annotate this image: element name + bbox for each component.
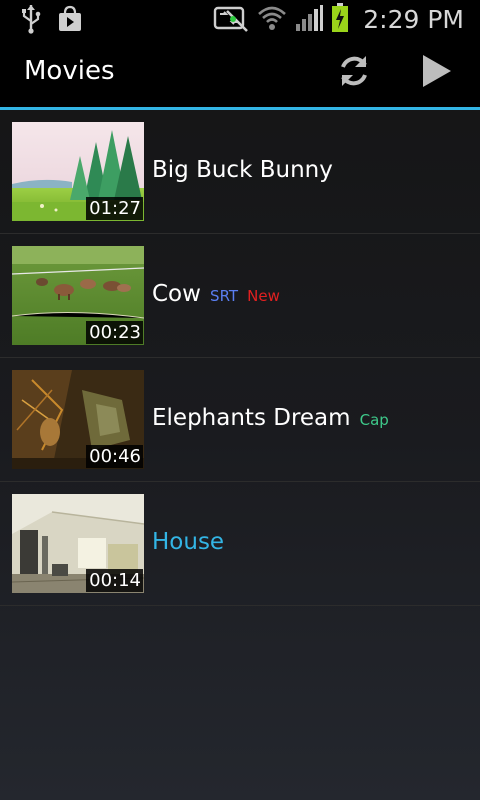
movie-item-big-buck-bunny[interactable]: 01:27 Big Buck Bunny <box>0 110 480 234</box>
wifi-icon <box>257 4 287 36</box>
movie-title: Cow <box>152 281 201 307</box>
movie-info: Elephants Dream Cap <box>152 405 389 431</box>
signal-icon <box>295 4 324 36</box>
status-time: 2:29 PM <box>363 5 464 34</box>
page-title: Movies <box>24 56 115 86</box>
status-notifications <box>20 4 84 38</box>
movie-title: Elephants Dream <box>152 405 351 431</box>
duration-badge: 01:27 <box>86 197 143 220</box>
refresh-button[interactable] <box>322 38 386 107</box>
movie-thumbnail: 00:46 <box>12 370 144 469</box>
movie-info: House <box>152 529 224 555</box>
play-icon <box>419 53 453 93</box>
movie-thumbnail: 00:14 <box>12 494 144 593</box>
movie-thumbnail: 01:27 <box>12 122 144 221</box>
status-bar: 2:29 PM <box>0 0 480 38</box>
movie-item-cow[interactable]: 00:23 Cow SRT New <box>0 234 480 358</box>
movie-item-house[interactable]: 00:14 House <box>0 482 480 606</box>
duration-badge: 00:46 <box>86 445 143 468</box>
movies-screen: 2:29 PM Movies 01:27 Big Buck Bunny 00:2… <box>0 0 480 800</box>
battery-charging-icon <box>331 3 349 37</box>
play-all-button[interactable] <box>404 38 468 107</box>
action-bar: Movies <box>0 38 480 107</box>
movie-title: House <box>152 529 225 555</box>
movie-item-elephants-dream[interactable]: 00:46 Elephants Dream Cap <box>0 358 480 482</box>
shopping-bag-icon <box>56 5 84 37</box>
movie-info: Cow SRT New <box>152 281 280 307</box>
movie-info: Big Buck Bunny <box>152 157 333 183</box>
usb-icon <box>20 4 42 38</box>
movie-title: Big Buck Bunny <box>152 157 333 183</box>
new-tag: New <box>247 287 280 305</box>
srt-tag: SRT <box>210 287 239 305</box>
movie-thumbnail: 00:23 <box>12 246 144 345</box>
movie-list[interactable]: 01:27 Big Buck Bunny 00:23 Cow SRT New 0… <box>0 110 480 606</box>
refresh-icon <box>335 52 373 94</box>
status-indicators: 2:29 PM <box>213 3 464 37</box>
sync-disabled-icon <box>213 3 249 37</box>
cap-tag: Cap <box>359 411 389 429</box>
duration-badge: 00:23 <box>86 321 143 344</box>
duration-badge: 00:14 <box>86 569 143 592</box>
